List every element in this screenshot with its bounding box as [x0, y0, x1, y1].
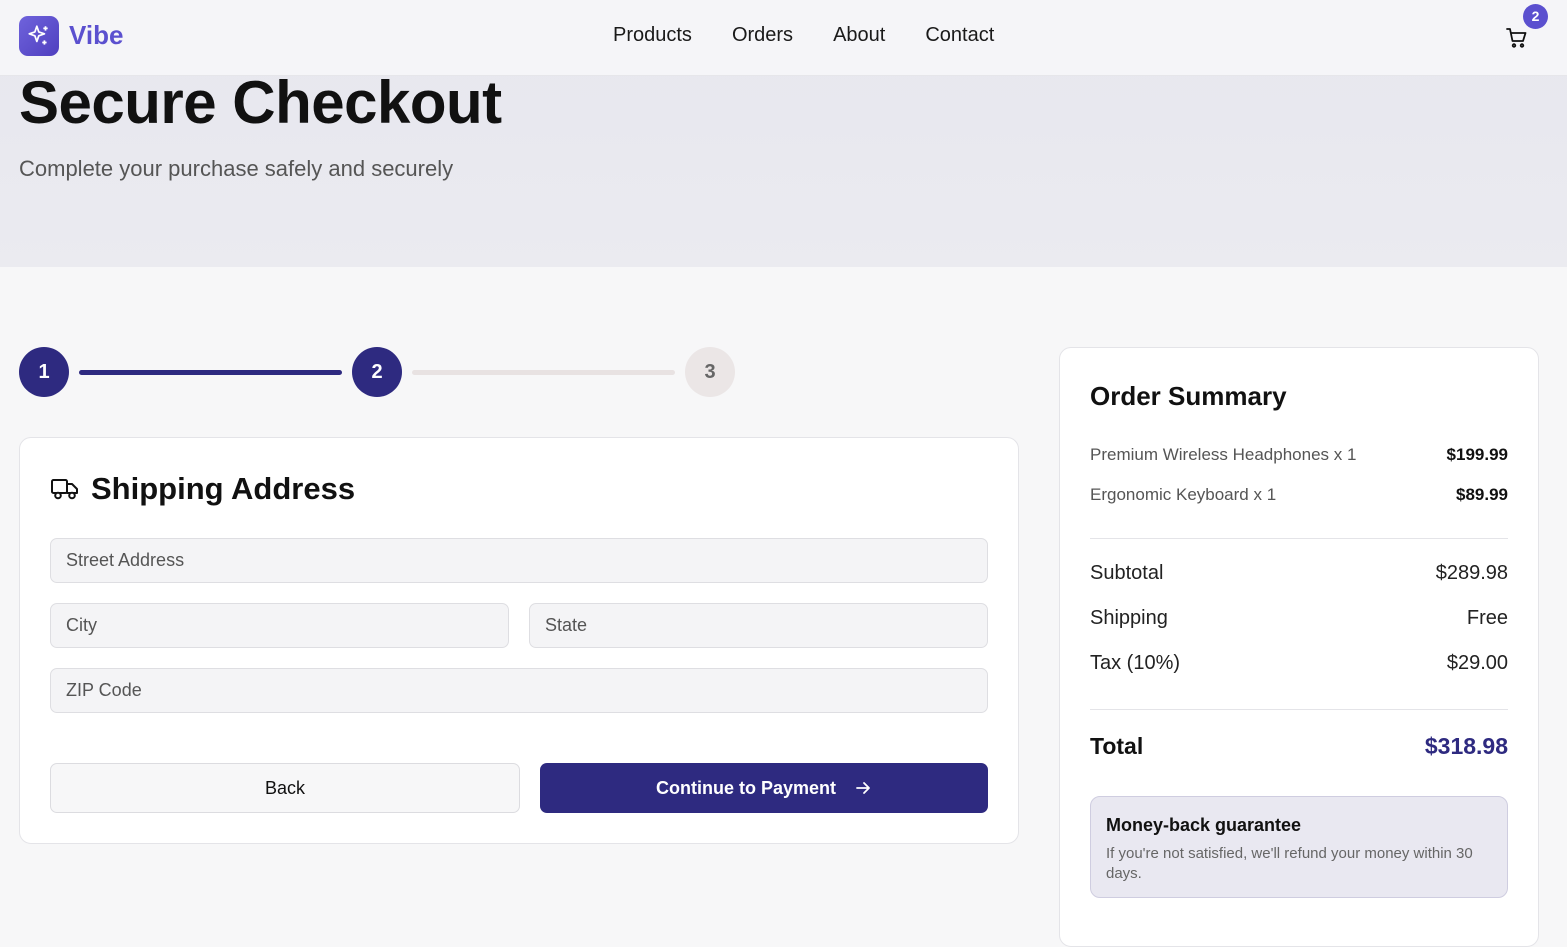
page-subtitle: Complete your purchase safely and secure… [19, 156, 454, 181]
summary-divider [1090, 538, 1508, 539]
nav-link-contact[interactable]: Contact [925, 24, 994, 47]
step-1: 1 [19, 347, 69, 397]
step-connector-1 [79, 370, 342, 375]
nav-link-about[interactable]: About [833, 24, 885, 47]
street-address-input[interactable] [50, 538, 988, 583]
guarantee-title: Money-back guarantee [1106, 815, 1302, 835]
guarantee-text: If you're not satisfied, we'll refund yo… [1106, 845, 1473, 882]
continue-button-label: Continue to Payment [655, 777, 836, 798]
item-name: Ergonomic Keyboard x 1 [1090, 485, 1277, 504]
order-summary-card: Order Summary Premium Wireless Headphone… [1059, 347, 1539, 947]
subtotal-value: $289.98 [1435, 562, 1508, 584]
tax-label: Tax (10%) [1090, 652, 1181, 674]
arrow-right-icon [856, 782, 870, 794]
back-button[interactable]: Back [50, 763, 520, 813]
summary-item-row: Premium Wireless Headphones x 1 $199.99 [1090, 445, 1508, 465]
tax-row: Tax (10%) $29.00 [1090, 652, 1508, 675]
shipping-row: Shipping Free [1090, 607, 1508, 630]
brand-name[interactable]: Vibe [69, 20, 123, 51]
zip-code-input[interactable] [50, 668, 988, 713]
step-3: 3 [685, 347, 735, 397]
step-connector-2 [412, 370, 675, 375]
tax-value: $29.00 [1446, 652, 1508, 674]
shipping-value: Free [1466, 607, 1508, 629]
money-back-guarantee-box: Money-back guarantee If you're not satis… [1090, 796, 1508, 898]
top-navbar: Vibe Products Orders About Contact 2 [0, 0, 1567, 76]
item-price: $199.99 [1446, 445, 1508, 464]
shipping-address-card: Shipping Address Back Continue to Paymen… [19, 437, 1019, 844]
truck-icon [50, 476, 80, 502]
cart-count-badge: 2 [1523, 4, 1548, 29]
state-input[interactable] [529, 603, 988, 648]
summary-divider [1090, 709, 1508, 710]
subtotal-row: Subtotal $289.98 [1090, 562, 1508, 585]
nav-link-products[interactable]: Products [613, 24, 692, 47]
shipping-address-title: Shipping Address [91, 471, 356, 506]
total-row: Total $318.98 [1090, 733, 1508, 760]
summary-item-row: Ergonomic Keyboard x 1 $89.99 [1090, 485, 1508, 505]
continue-to-payment-button[interactable]: Continue to Payment [540, 763, 988, 813]
item-price: $89.99 [1456, 485, 1508, 504]
cart-icon[interactable] [1505, 26, 1529, 50]
nav-links: Products Orders About Contact [613, 24, 1034, 47]
shipping-label: Shipping [1090, 607, 1168, 629]
page-title: Secure Checkout [19, 69, 502, 136]
item-name: Premium Wireless Headphones x 1 [1090, 445, 1357, 464]
total-value: $318.98 [1424, 733, 1508, 759]
order-summary-title: Order Summary [1090, 381, 1287, 411]
subtotal-label: Subtotal [1090, 562, 1164, 584]
logo-sparkle-icon[interactable] [19, 16, 59, 56]
step-2: 2 [352, 347, 402, 397]
nav-link-orders[interactable]: Orders [732, 24, 793, 47]
city-input[interactable] [50, 603, 509, 648]
total-label: Total [1090, 733, 1144, 759]
